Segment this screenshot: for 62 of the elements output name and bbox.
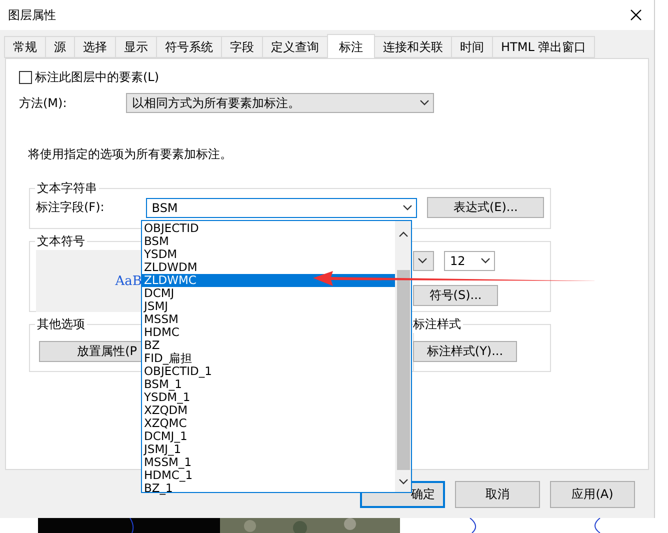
list-item[interactable]: BZ xyxy=(142,339,395,352)
list-item[interactable]: ZLDWDM xyxy=(142,261,395,274)
list-item[interactable]: DCMJ xyxy=(142,287,395,300)
close-icon[interactable] xyxy=(630,9,642,21)
list-item[interactable]: YSDM_1 xyxy=(142,391,395,404)
symbol-button[interactable]: 符号(S)... xyxy=(413,285,498,306)
scrollbar-thumb[interactable] xyxy=(396,270,410,470)
group-title: 文本符号 xyxy=(35,233,87,250)
list-item[interactable]: BSM xyxy=(142,235,395,248)
list-item[interactable]: BSM_1 xyxy=(142,378,395,391)
tab[interactable]: 常规 xyxy=(4,36,46,58)
chevron-down-icon xyxy=(403,204,412,210)
tab[interactable]: 时间 xyxy=(451,36,493,58)
list-item[interactable]: JSMJ xyxy=(142,300,395,313)
checkbox[interactable] xyxy=(19,70,32,84)
scrollbar[interactable] xyxy=(395,221,411,492)
list-item[interactable]: OBJECTID xyxy=(142,222,395,235)
list-item[interactable]: MSSM_1 xyxy=(142,456,395,469)
window-title: 图层属性 xyxy=(8,6,56,24)
tab[interactable]: 标注 xyxy=(327,34,375,59)
checkbox-label: 标注此图层中的要素(L) xyxy=(35,68,160,86)
label-field-dropdown[interactable]: BSM xyxy=(146,198,418,218)
dialog-button[interactable]: 应用(A) xyxy=(550,481,635,508)
list-item[interactable]: ZLDWMC xyxy=(142,274,395,287)
placement-button[interactable]: 放置属性(P xyxy=(39,341,142,362)
tab[interactable]: HTML 弹出窗口 xyxy=(492,36,596,58)
tab[interactable]: 字段 xyxy=(221,36,263,58)
list-item[interactable]: YSDM xyxy=(142,248,395,261)
preview-text: AaB xyxy=(115,274,142,288)
dialog-button[interactable]: 取消 xyxy=(455,481,540,508)
group-title: 其他选项 xyxy=(35,316,87,333)
list-item[interactable]: HDMC xyxy=(142,326,395,339)
list-item[interactable]: FID_扁担 xyxy=(142,352,395,365)
font-dropdown[interactable] xyxy=(413,251,434,271)
tab[interactable]: 定义查询 xyxy=(262,36,328,58)
list-item[interactable]: OBJECTID_1 xyxy=(142,365,395,378)
list-item[interactable]: JSMJ_1 xyxy=(142,443,395,456)
chevron-down-icon xyxy=(398,479,408,485)
tab[interactable]: 显示 xyxy=(115,36,157,58)
field-dropdown-menu[interactable]: OBJECTID BSM YSDM ZLDWDM ZLDWMC DCMJ JSMJ MSSM HDMC BZ FID_扁担 OBJECTID_1 BSM_1 YSDM_1 XZQDM XZQMC DCMJ_1 JSMJ_1 MSSM_1 HDMC_1 BZ_1 xyxy=(141,220,412,493)
list-item[interactable]: XZQMC xyxy=(142,417,395,430)
label-styles-button[interactable]: 标注样式(Y)... xyxy=(413,341,517,362)
list-item[interactable]: XZQDM xyxy=(142,404,395,417)
tab[interactable]: 连接和关联 xyxy=(374,36,452,58)
list-item[interactable]: HDMC_1 xyxy=(142,469,395,482)
description-text: 将使用指定的选项为所有要素加标注。 xyxy=(28,146,233,163)
field-label: 标注字段(F): xyxy=(36,199,106,216)
list-item[interactable]: MSSM xyxy=(142,313,395,326)
group-title: 标注样式 xyxy=(413,316,463,333)
expression-button[interactable]: 表达式(E)... xyxy=(427,197,544,218)
group-title: 文本字符串 xyxy=(35,180,99,197)
list-item[interactable]: DCMJ_1 xyxy=(142,430,395,443)
chevron-down-icon xyxy=(420,100,429,106)
tab[interactable]: 符号系统 xyxy=(156,36,222,58)
chevron-down-icon xyxy=(418,258,427,264)
method-dropdown[interactable]: 以相同方式为所有要素加标注。 xyxy=(126,93,434,113)
method-label: 方法(M): xyxy=(19,94,68,112)
chevron-down-icon xyxy=(481,258,490,264)
tab[interactable]: 源 xyxy=(45,36,75,58)
tab[interactable]: 选择 xyxy=(74,36,116,58)
size-dropdown[interactable]: 12 xyxy=(444,251,495,271)
chevron-up-icon xyxy=(398,231,408,237)
